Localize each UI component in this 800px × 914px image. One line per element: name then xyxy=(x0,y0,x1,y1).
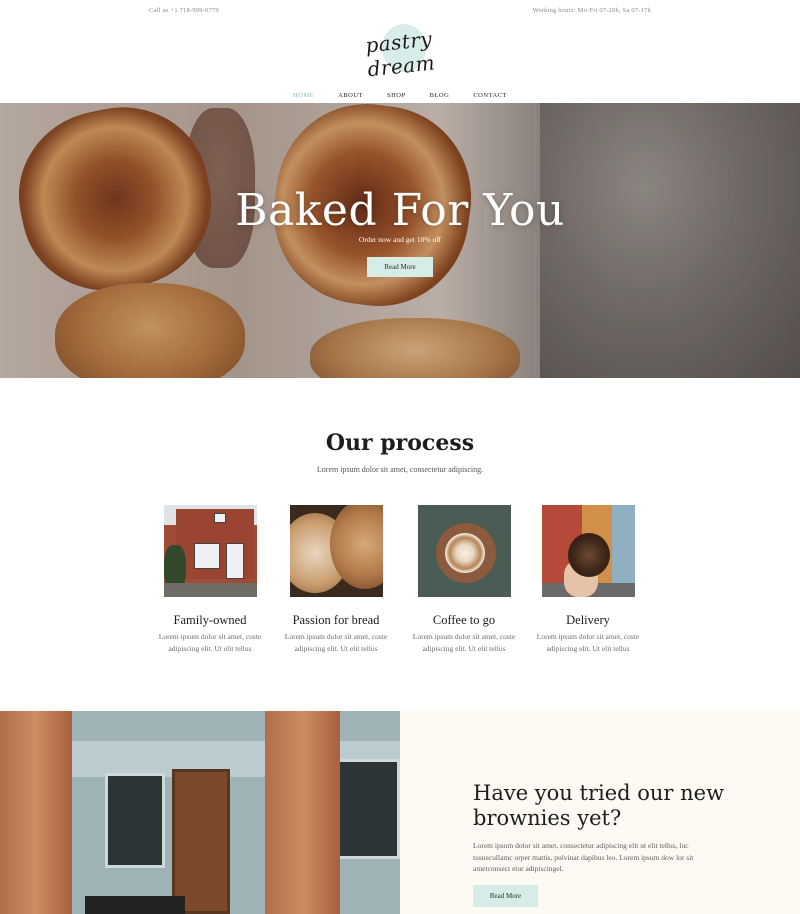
process-card-title: Delivery xyxy=(566,613,610,627)
bread-loaves-image xyxy=(289,505,383,597)
donut-street-image xyxy=(541,505,635,597)
main-nav: HOME ABOUT SHOP BLOG CONTACT xyxy=(0,84,800,102)
nav-item-contact[interactable]: CONTACT xyxy=(473,92,507,99)
process-card-delivery: Delivery Lorem ipsum dolor sit amet, cos… xyxy=(513,505,663,655)
image-brick-pillar-left xyxy=(0,711,72,914)
hero-subtitle: Order now and get 10% off xyxy=(358,235,442,244)
brick-house-image xyxy=(163,505,257,597)
image-ground xyxy=(163,583,257,597)
nav-item-blog[interactable]: BLOG xyxy=(430,92,450,99)
image-door xyxy=(225,543,244,579)
nav-item-home[interactable]: HOME xyxy=(293,92,314,99)
top-info-bar: Call us +1 718-999-0779 Working hours: M… xyxy=(0,0,800,22)
nav-item-shop[interactable]: SHOP xyxy=(387,92,406,99)
nav-item-about[interactable]: ABOUT xyxy=(338,92,363,99)
image-window xyxy=(193,543,220,569)
process-card-text: Lorem ipsum dolor sit amet, coste adipis… xyxy=(536,632,640,653)
image-building-blue xyxy=(611,505,635,585)
hero-read-more-button[interactable]: Read More xyxy=(367,257,433,277)
image-coffee-cup xyxy=(444,533,485,573)
process-subtitle: Lorem ipsum dolor sit amet, consectetur … xyxy=(316,465,484,474)
hero-banner: Baked For You Order now and get 10% off … xyxy=(0,103,800,378)
brownies-feature: Have you tried our new brownies yet? Lor… xyxy=(400,711,800,914)
feature-title: Have you tried our new brownies yet? xyxy=(473,781,725,830)
image-cafe-table xyxy=(85,896,185,914)
feature-read-more-button[interactable]: Read More xyxy=(473,885,538,907)
process-title: Our process xyxy=(325,430,475,456)
working-hours-info: Working hours: Mo-Fri 07-20h, Sa 07-17h xyxy=(532,7,651,14)
feature-text: Lorem ipsum dolor sit amet, consectetur … xyxy=(473,841,694,873)
image-shop-door xyxy=(172,769,230,914)
logo-text: pastry dream xyxy=(364,26,437,82)
site-logo[interactable]: pastry dream xyxy=(340,22,460,81)
phone-info: Call us +1 718-999-0779 xyxy=(149,7,219,14)
coffee-cup-image xyxy=(417,505,511,597)
bakery-storefront-image xyxy=(0,711,400,914)
image-shop-window-left xyxy=(105,773,165,868)
image-donut xyxy=(567,533,610,577)
image-brick-pillar-right xyxy=(265,711,340,914)
image-shop-window-right xyxy=(335,759,400,859)
hero-title: Baked For You xyxy=(235,185,565,236)
image-upper-window xyxy=(213,513,226,523)
